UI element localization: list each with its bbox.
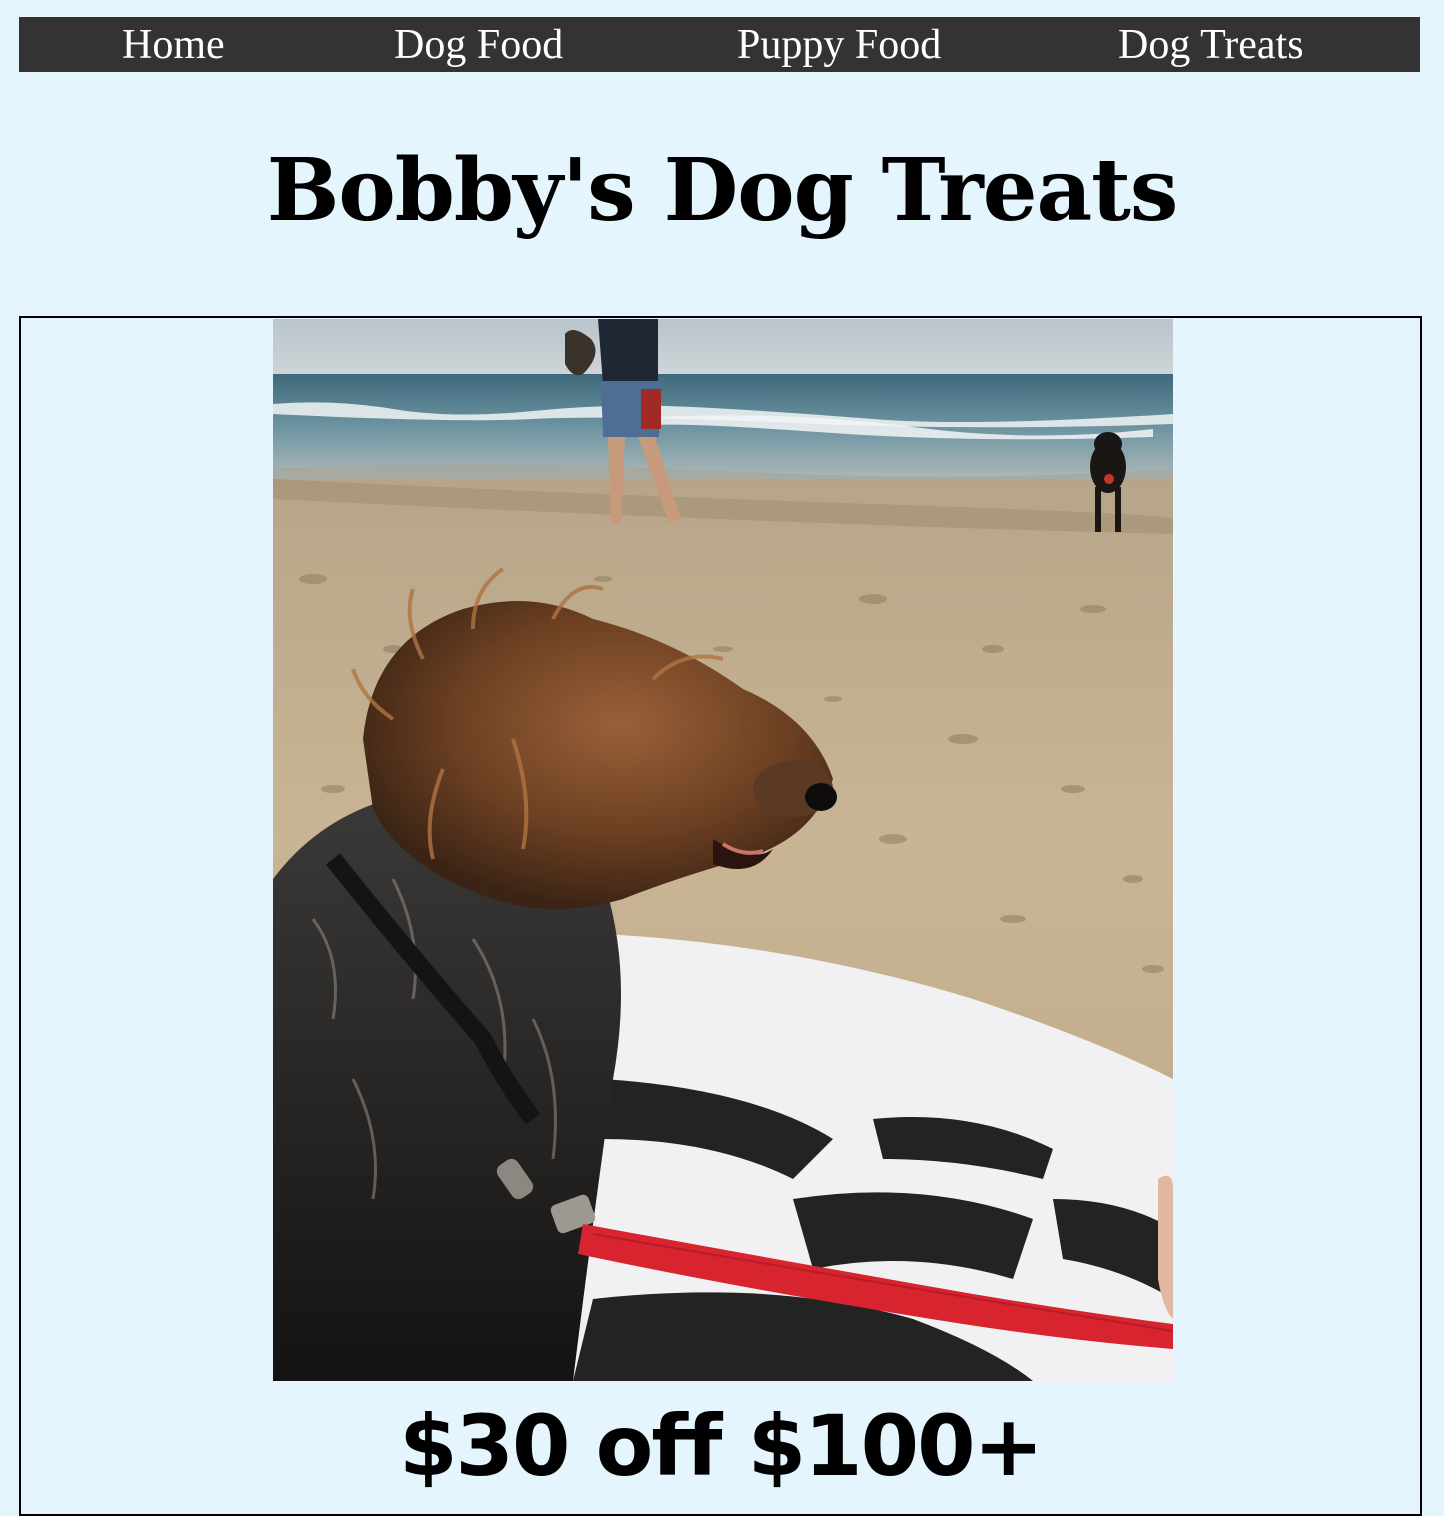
promo-headline: $30 off $100+ bbox=[399, 1397, 1044, 1495]
nav-link-dog-treats[interactable]: Dog Treats bbox=[1118, 17, 1304, 72]
top-nav-bar: Home Dog Food Puppy Food Dog Treats bbox=[19, 17, 1420, 72]
promo-box: $30 off $100+ bbox=[19, 316, 1422, 1516]
nav-link-home[interactable]: Home bbox=[122, 17, 225, 72]
dog-on-beach-photo bbox=[273, 319, 1173, 1381]
page-title: Bobby's Dog Treats bbox=[266, 140, 1179, 241]
nav-link-puppy-food[interactable]: Puppy Food bbox=[737, 17, 941, 72]
nav-link-dog-food[interactable]: Dog Food bbox=[394, 17, 563, 72]
